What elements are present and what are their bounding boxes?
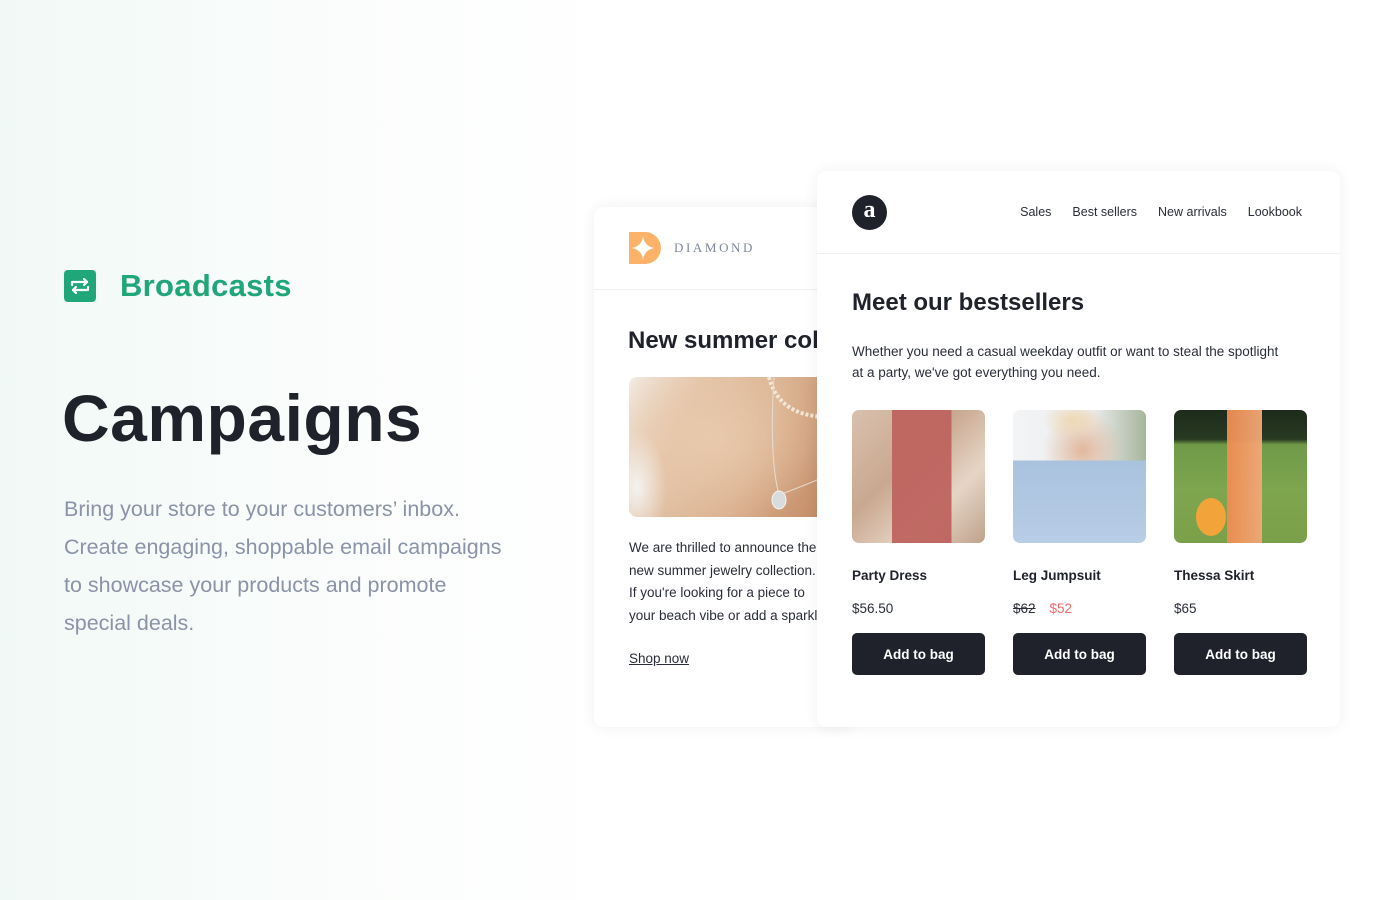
product-price: $56.50 [852,601,894,616]
email-nav: Sales Best sellers New arrivals Lookbook [1020,205,1302,219]
product-price: $65 [1174,601,1197,616]
nav-sales[interactable]: Sales [1020,205,1051,219]
store-logo-icon: a [852,194,887,230]
product-image[interactable] [852,410,985,543]
brand-label: Broadcasts [120,268,292,303]
email-title: Meet our bestsellers [852,289,1085,316]
product-price-row: $56.50 [852,601,985,617]
diamond-brand-name: DIAMOND [674,240,756,255]
product-brand: Broadcasts [64,268,292,304]
email-header: DIAMOND [594,207,854,290]
page-title: Campaigns [62,381,423,455]
product-name: Leg Jumpsuit [1013,568,1101,583]
product-name: Thessa Skirt [1174,568,1255,583]
product-card: Thessa Skirt $65 Add to bag [1174,410,1307,675]
product-card: Party Dress $56.50 Add to bag [852,410,985,675]
card-fade [594,687,854,727]
nav-best-sellers[interactable]: Best sellers [1072,205,1137,219]
product-name: Party Dress [852,568,928,583]
product-image[interactable] [1013,410,1146,543]
sale-price: $52 [1049,601,1073,616]
nav-new-arrivals[interactable]: New arrivals [1158,205,1227,219]
email-header: a Sales Best sellers New arrivals Lookbo… [817,171,1340,254]
nav-lookbook[interactable]: Lookbook [1248,205,1302,219]
hero-description: Bring your store to your customers’ inbo… [64,497,502,635]
email-preview-diamond: DIAMOND New summer collection We are thr… [594,207,854,727]
add-to-bag-button[interactable]: Add to bag [1013,633,1146,675]
email-description: Whether you need a casual weekday outfit… [852,344,1279,380]
add-to-bag-button[interactable]: Add to bag [1174,633,1307,675]
product-price-row: $62 $52 [1013,601,1146,617]
repeat-arrows-icon [64,270,96,302]
email-preview-bestsellers: a Sales Best sellers New arrivals Lookbo… [817,171,1340,727]
card-fade [817,687,1340,727]
product-price-row: $65 [1174,601,1307,617]
original-price: $62 [1013,601,1036,616]
add-to-bag-button[interactable]: Add to bag [852,633,985,675]
diamond-logo-icon [629,232,661,264]
product-grid: Party Dress $56.50 Add to bag Leg Jumpsu… [852,410,1307,675]
shop-now-link[interactable]: Shop now [629,651,689,666]
product-image[interactable] [1174,410,1307,543]
product-card: Leg Jumpsuit $62 $52 Add to bag [1013,410,1146,675]
